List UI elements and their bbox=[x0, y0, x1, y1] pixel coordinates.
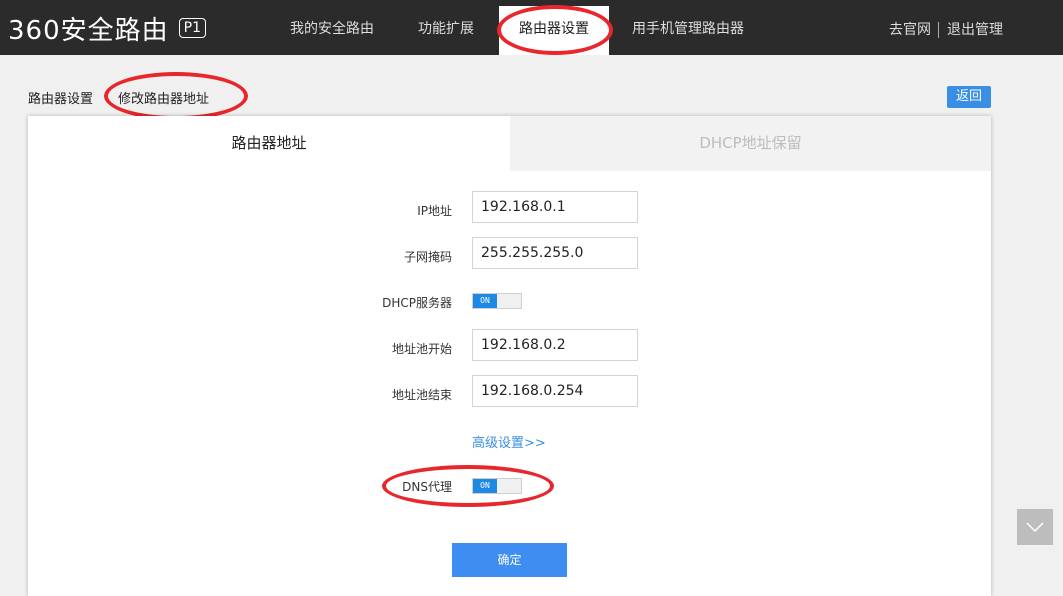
mask-field[interactable]: 255.255.255.0 bbox=[472, 237, 638, 269]
ip-field[interactable]: 192.168.0.1 bbox=[472, 191, 638, 223]
logo: 360安全路由 P1 bbox=[8, 12, 206, 46]
ip-label: IP地址 bbox=[417, 204, 452, 218]
nav-my-router[interactable]: 我的安全路由 bbox=[290, 0, 374, 55]
nav-mobile-manage[interactable]: 用手机管理路由器 bbox=[632, 0, 744, 55]
pool-start-field[interactable]: 192.168.0.2 bbox=[472, 329, 638, 361]
back-button[interactable]: 返回 bbox=[947, 86, 991, 108]
highlight-ring bbox=[497, 5, 613, 55]
logout-link[interactable]: 退出管理 bbox=[947, 0, 1003, 55]
tab-dhcp-reservation[interactable]: DHCP地址保留 bbox=[510, 116, 991, 171]
dhcp-toggle[interactable]: ON bbox=[472, 293, 522, 309]
pool-end-label: 地址池结束 bbox=[391, 388, 452, 402]
logo-text: 360安全路由 bbox=[8, 15, 169, 46]
pool-end-field[interactable]: 192.168.0.254 bbox=[472, 375, 638, 407]
tab-router-address[interactable]: 路由器地址 bbox=[28, 116, 510, 171]
official-site-link[interactable]: 去官网 bbox=[889, 0, 931, 55]
logo-badge: P1 bbox=[178, 18, 206, 38]
chevron-down-icon bbox=[1026, 522, 1044, 533]
settings-panel: 路由器地址 DHCP地址保留 IP地址 192.168.0.1 子网掩码 255… bbox=[28, 116, 991, 596]
confirm-button[interactable]: 确定 bbox=[452, 543, 567, 577]
breadcrumb-parent[interactable]: 路由器设置 bbox=[28, 88, 93, 107]
advanced-settings-link[interactable]: 高级设置>> bbox=[472, 432, 546, 451]
mask-label: 子网掩码 bbox=[403, 250, 452, 264]
highlight-ring bbox=[382, 465, 554, 507]
pool-start-label: 地址池开始 bbox=[391, 342, 452, 356]
scroll-down-button[interactable] bbox=[1017, 509, 1053, 545]
dhcp-label: DHCP服务器 bbox=[382, 296, 452, 310]
nav-extensions[interactable]: 功能扩展 bbox=[418, 0, 474, 55]
highlight-ring bbox=[104, 72, 248, 120]
divider bbox=[938, 22, 939, 38]
dhcp-toggle-state: ON bbox=[473, 294, 497, 308]
